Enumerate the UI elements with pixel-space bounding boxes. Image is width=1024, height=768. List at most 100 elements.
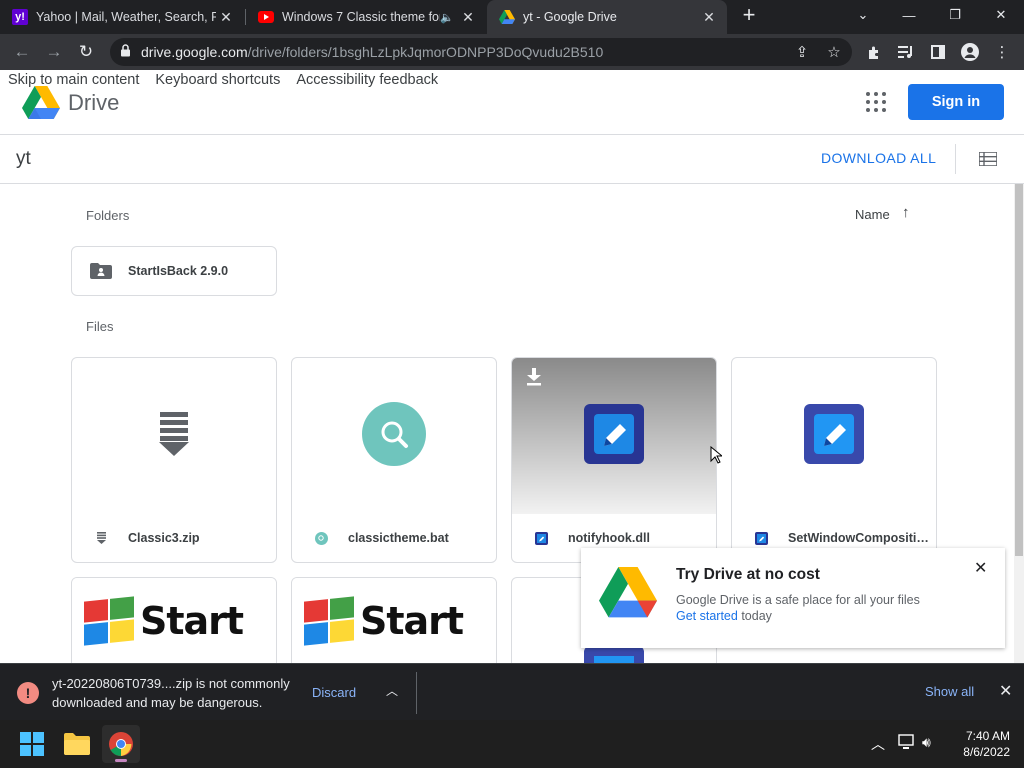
- start-button-thumbnail: Start: [292, 578, 496, 663]
- volume-icon[interactable]: 🔊︎: [922, 734, 931, 751]
- warning-icon: !: [17, 682, 39, 704]
- file-card[interactable]: Start: [71, 577, 277, 663]
- download-warning-message: yt-20220806T0739....zip is not commonly …: [52, 674, 302, 712]
- chevron-up-icon[interactable]: ︿: [386, 682, 398, 699]
- keyboard-shortcuts-link[interactable]: Keyboard shortcuts: [155, 72, 280, 88]
- dll-icon: [584, 646, 644, 663]
- brand-name[interactable]: Drive: [68, 90, 119, 116]
- files-heading: Files: [86, 319, 114, 334]
- windows-flag-icon: [304, 596, 354, 646]
- tab-close-icon[interactable]: ✕: [216, 9, 236, 26]
- download-all-button[interactable]: DOWNLOAD ALL: [821, 150, 936, 166]
- shared-folder-icon: [90, 263, 112, 279]
- lock-icon[interactable]: [120, 44, 132, 60]
- google-drive-icon: [499, 9, 515, 25]
- tab-title: yt - Google Drive: [523, 10, 617, 24]
- tab-yahoo[interactable]: y! Yahoo | Mail, Weather, Search, Po ✕: [0, 0, 244, 34]
- back-icon[interactable]: ←: [10, 40, 34, 64]
- system-clock[interactable]: 7:40 AM 8/6/2022: [940, 728, 1010, 760]
- tab-close-icon[interactable]: ✕: [699, 9, 719, 26]
- google-drive-logo-icon: [599, 567, 657, 619]
- file-card[interactable]: SetWindowCompositi…: [731, 357, 937, 563]
- browser-toolbar: ← → ↻ drive.google.com /drive/folders/1b…: [0, 34, 1024, 70]
- skip-links: Skip to main content Keyboard shortcuts …: [8, 72, 438, 88]
- speaker-icon[interactable]: 🔈: [440, 11, 454, 24]
- file-thumbnail: [292, 358, 496, 514]
- media-control-icon[interactable]: [894, 40, 918, 64]
- file-name: notifyhook.dll: [568, 531, 650, 545]
- scrollbar-thumb[interactable]: [1015, 184, 1023, 556]
- clock-date: 8/6/2022: [963, 745, 1010, 759]
- subheader-divider: [0, 183, 1024, 184]
- dll-icon: [584, 403, 644, 469]
- header-divider: [0, 134, 1024, 135]
- dll-icon: [754, 531, 768, 545]
- close-promo-icon[interactable]: ✕: [974, 558, 987, 578]
- script-icon: [362, 401, 426, 471]
- file-explorer-icon[interactable]: [58, 725, 96, 763]
- accessibility-feedback-link[interactable]: Accessibility feedback: [296, 72, 438, 88]
- zip-icon: [94, 531, 108, 545]
- show-hidden-icons-icon[interactable]: ︿: [871, 734, 885, 754]
- minimize-button[interactable]: —: [886, 0, 932, 30]
- download-warning-line2: downloaded and may be dangerous.: [52, 695, 263, 710]
- windows-taskbar: ︿ 🔊︎ 7:40 AM 8/6/2022: [0, 720, 1024, 768]
- dll-icon: [804, 403, 864, 469]
- folder-name: StartIsBack 2.9.0: [128, 264, 229, 278]
- tab-title: Yahoo | Mail, Weather, Search, Po: [36, 10, 216, 24]
- share-icon[interactable]: ⇪: [790, 40, 814, 64]
- folder-title: yt: [16, 148, 31, 169]
- file-card[interactable]: notifyhook.dll: [511, 357, 717, 563]
- file-card[interactable]: Start: [291, 577, 497, 663]
- active-app-indicator: [115, 759, 127, 762]
- windows-start-icon[interactable]: [13, 725, 51, 763]
- download-divider: [416, 672, 417, 714]
- file-card[interactable]: classictheme.bat: [291, 357, 497, 563]
- profile-icon[interactable]: [958, 40, 982, 64]
- start-image-text: Start: [360, 599, 464, 643]
- address-bar[interactable]: drive.google.com /drive/folders/1bsghLzL…: [110, 38, 852, 66]
- sort-by-name-button[interactable]: Name: [855, 207, 890, 222]
- extensions-icon[interactable]: [862, 40, 886, 64]
- file-thumbnail: [72, 358, 276, 514]
- dll-icon: [534, 531, 548, 545]
- new-tab-button[interactable]: +: [738, 4, 760, 27]
- menu-kebab-icon[interactable]: ⋮: [990, 40, 1014, 64]
- close-window-button[interactable]: ✕: [978, 0, 1024, 30]
- file-name: SetWindowCompositi…: [788, 531, 928, 545]
- tab-title: Windows 7 Classic theme for: [282, 10, 440, 24]
- zip-icon: [159, 411, 189, 461]
- promo-title: Try Drive at no cost: [676, 566, 820, 583]
- reload-icon[interactable]: ↻: [74, 40, 98, 64]
- list-view-icon[interactable]: [978, 151, 998, 167]
- get-started-link[interactable]: Get started: [676, 609, 738, 623]
- tab-search-icon[interactable]: ⌄: [840, 0, 886, 30]
- folder-item[interactable]: StartIsBack 2.9.0: [71, 246, 277, 296]
- google-drive-logo-icon[interactable]: [22, 86, 60, 120]
- script-icon: [314, 531, 328, 545]
- discard-button[interactable]: Discard: [312, 685, 356, 700]
- file-thumbnail: [512, 358, 716, 514]
- forward-icon[interactable]: →: [42, 40, 66, 64]
- download-icon[interactable]: [526, 368, 542, 391]
- show-all-button[interactable]: Show all: [925, 684, 974, 699]
- file-thumbnail: [732, 358, 936, 514]
- toolbar-divider: [955, 144, 956, 174]
- promo-cta: Get started today: [676, 609, 772, 623]
- close-download-shelf-icon[interactable]: ✕: [999, 681, 1012, 701]
- mouse-cursor-icon: [710, 446, 722, 464]
- bookmark-star-icon[interactable]: ☆: [822, 40, 846, 64]
- side-panel-icon[interactable]: [926, 40, 950, 64]
- restore-button[interactable]: ❐: [932, 0, 978, 30]
- network-icon[interactable]: [898, 734, 916, 753]
- tab-close-icon[interactable]: ✕: [458, 9, 478, 26]
- file-card[interactable]: Classic3.zip: [71, 357, 277, 563]
- chrome-icon[interactable]: [102, 725, 140, 763]
- tab-google-drive[interactable]: yt - Google Drive ✕: [487, 0, 727, 34]
- url-path: /drive/folders/1bsghLzLpkJqmorODNPP3DoQv…: [247, 44, 604, 60]
- sign-in-button[interactable]: Sign in: [908, 84, 1004, 120]
- tab-youtube[interactable]: Windows 7 Classic theme for 🔈 ✕: [246, 0, 486, 34]
- sort-direction-icon[interactable]: ↑: [902, 204, 910, 221]
- google-apps-icon[interactable]: [866, 92, 886, 112]
- start-button-thumbnail: Start: [72, 578, 276, 663]
